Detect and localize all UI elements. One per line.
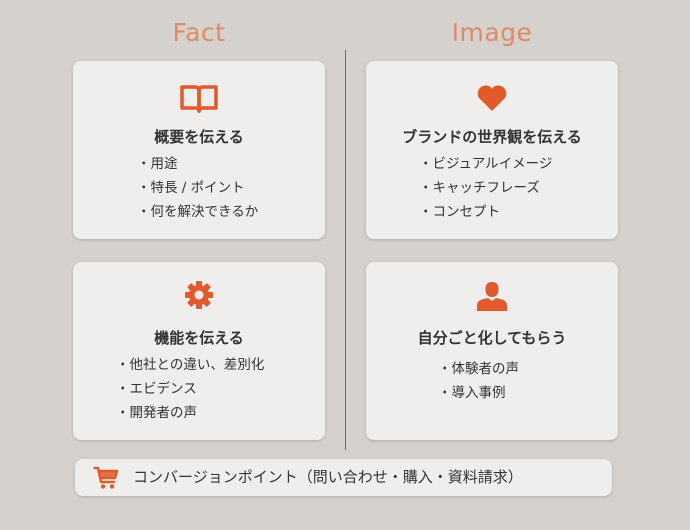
card-items: 用途 特長 / ポイント 何を解決できるか: [137, 152, 259, 224]
card-brand: ブランドの世界観を伝える ビジュアルイメージ キャッチフレーズ コンセプト: [366, 61, 618, 239]
list-item: 何を解決できるか: [137, 200, 259, 224]
card-title: ブランドの世界観を伝える: [402, 128, 582, 146]
heart-icon: [476, 84, 508, 116]
list-item: 開発者の声: [116, 401, 264, 425]
list-item: キャッチフレーズ: [419, 176, 552, 200]
column-title-fact: Fact: [172, 18, 226, 47]
gear-icon: [184, 280, 214, 314]
conversion-point-text: コンバージョンポイント（問い合わせ・購入・資料請求）: [133, 468, 523, 486]
person-icon: [476, 280, 508, 316]
card-title: 概要を伝える: [154, 128, 244, 146]
conversion-point-banner: コンバージョンポイント（問い合わせ・購入・資料請求）: [75, 459, 612, 496]
list-item: 導入事例: [438, 381, 519, 405]
list-item: 他社との違い、差別化: [116, 353, 265, 377]
card-overview: 概要を伝える 用途 特長 / ポイント 何を解決できるか: [73, 61, 325, 239]
column-divider: [345, 50, 346, 450]
card-title: 自分ごと化してもらう: [417, 329, 567, 347]
list-item: エビデンス: [116, 377, 264, 401]
cart-icon: [93, 466, 119, 494]
card-items: 体験者の声 導入事例: [438, 357, 520, 405]
book-icon: [179, 82, 219, 118]
card-features: 機能を伝える 他社との違い、差別化 エビデンス 開発者の声: [73, 262, 325, 440]
list-item: 体験者の声: [438, 357, 520, 381]
card-personal: 自分ごと化してもらう 体験者の声 導入事例: [366, 262, 618, 440]
card-title: 機能を伝える: [154, 329, 244, 347]
list-item: コンセプト: [419, 200, 552, 224]
list-item: 特長 / ポイント: [137, 176, 258, 200]
card-items: ビジュアルイメージ キャッチフレーズ コンセプト: [419, 152, 553, 224]
card-items: 他社との違い、差別化 エビデンス 開発者の声: [116, 353, 265, 425]
list-item: 用途: [137, 152, 258, 176]
column-title-image: Image: [451, 18, 533, 47]
list-item: ビジュアルイメージ: [419, 152, 553, 176]
